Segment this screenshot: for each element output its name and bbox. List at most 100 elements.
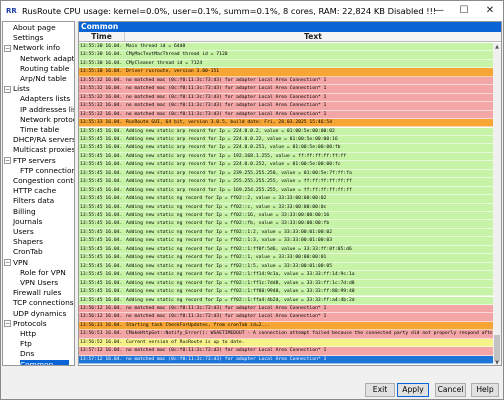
apply-button[interactable]: Apply: [397, 383, 429, 397]
column-header-text[interactable]: Text: [125, 32, 501, 42]
minimize-button[interactable]: —: [426, 1, 452, 21]
maximize-button[interactable]: ☐: [451, 1, 477, 21]
sidebar-item-firewall-rules[interactable]: Firewall rules: [13, 288, 61, 298]
log-row[interactable]: 13:55:45 16.04. Adding new static ng reco…: [79, 203, 493, 212]
sidebar-item-protocols[interactable]: Protocols: [13, 319, 47, 329]
sidebar-item-vpn[interactable]: VPN: [13, 258, 28, 268]
sidebar-item-about-page[interactable]: About page: [13, 23, 56, 33]
exit-button[interactable]: Exit: [365, 383, 395, 397]
sidebar-item-tcp-connections[interactable]: TCP connections: [13, 298, 74, 308]
sidebar-item-dns[interactable]: Dns: [20, 349, 34, 359]
log-time: 13:56:12 16.04.: [80, 314, 123, 320]
sidebar-item-journals[interactable]: Journals: [13, 217, 42, 227]
column-header-time[interactable]: Time: [79, 32, 125, 42]
log-row[interactable]: 13:56:12 16.04. no matched mac (0c:f0:11:…: [79, 313, 493, 322]
log-row[interactable]: 13:55:45 16.04. Adding new static ng reco…: [79, 296, 493, 305]
log-row[interactable]: 13:55:45 16.04. Adding new static ng reco…: [79, 271, 493, 280]
log-row[interactable]: 13:55:45 16.04. Adding new static ng reco…: [79, 212, 493, 221]
log-row[interactable]: 13:55:45 16.04. Adding new static ng reco…: [79, 237, 493, 246]
log-row[interactable]: 13:55:32 16.04. no matched mac (0c:f0:11:…: [79, 102, 493, 111]
sidebar-item-udp-dynamics[interactable]: UDP dynamics: [13, 309, 66, 319]
log-text: Adding new static arp record for Ip = 23…: [126, 170, 352, 176]
sidebar-item-ftp-connections[interactable]: FTP connections: [20, 166, 74, 176]
log-row[interactable]: 13:55:33 16.04. RusRoute GUI, 64 bit, ver…: [79, 119, 493, 128]
sidebar-item-network-protocols[interactable]: Network protocols: [20, 115, 74, 125]
sidebar-item-congestion-control[interactable]: Congestion control: [13, 176, 74, 186]
vertical-scrollbar[interactable]: ▲ ▼: [493, 43, 501, 365]
sidebar-item-adapters-lists[interactable]: Adapters lists: [20, 94, 70, 104]
log-row[interactable]: 13:55:45 16.04. Adding new static ng reco…: [79, 288, 493, 297]
sidebar-item-dhcp-ra-servers[interactable]: DHCP/RA servers: [13, 135, 74, 145]
log-row[interactable]: 13:55:30 16.04. CMyCleaner thread id = 71…: [79, 59, 493, 69]
log-row[interactable]: 13:55:45 16.04. Adding new static ng reco…: [79, 228, 493, 238]
log-text: Adding new static ng record for Ip = ff0…: [126, 263, 333, 269]
sidebar-item-http[interactable]: Http: [20, 329, 36, 339]
navigation-tree[interactable]: About page Settings − Network info Network a…: [2, 21, 75, 366]
log-row[interactable]: 13:55:30 16.04. Driver rusroute, version …: [79, 68, 493, 77]
log-text: CMyMacTextMacThread thread id = 7120: [126, 52, 228, 58]
sidebar-item-users[interactable]: Users: [13, 227, 34, 237]
tree-collapse-icon[interactable]: −: [4, 157, 11, 165]
log-row[interactable]: 13:55:45 16.04. Adding new static ng reco…: [79, 245, 493, 255]
log-row[interactable]: 13:56:31 16.04. Starting task CheckForUpd…: [79, 321, 493, 331]
log-row[interactable]: 13:55:45 16.04. Adding new static ng reco…: [79, 279, 493, 289]
sidebar-item-shapers[interactable]: Shapers: [13, 237, 43, 247]
log-row[interactable]: 13:55:45 16.04. Adding new static arp rec…: [79, 161, 493, 170]
log-row[interactable]: 13:55:45 16.04. Adding new static arp rec…: [79, 135, 493, 145]
sidebar-item-network-adapters[interactable]: Network adapters: [20, 54, 74, 64]
cancel-button[interactable]: Cancel: [435, 383, 466, 397]
log-row[interactable]: 13:55:30 16.04. Main thread id = 64d0: [79, 43, 493, 52]
close-button[interactable]: ✕: [477, 1, 503, 21]
log-row[interactable]: 13:55:30 16.04. CMyMacTextMacThread threa…: [79, 51, 493, 60]
log-row[interactable]: 13:57:12 16.04. no matched mac (0c:f0:11:…: [79, 355, 493, 365]
tree-collapse-icon[interactable]: −: [4, 259, 11, 267]
sidebar-item-role-for-vpn[interactable]: Role for VPN: [20, 268, 66, 278]
sidebar-item-lists[interactable]: Lists: [13, 84, 30, 94]
log-time: 13:55:32 16.04.: [80, 77, 123, 83]
sidebar-item-billing[interactable]: Billing: [13, 207, 36, 217]
log-row[interactable]: 13:55:45 16.04. Adding new static arp rec…: [79, 152, 493, 162]
log-row[interactable]: 13:55:45 16.04. Adding new static ng reco…: [79, 220, 493, 229]
log-row[interactable]: 13:56:51 16.04. CMakeHttpGet::Notify_Erro…: [79, 330, 493, 339]
log-panel: Common Time Text 13:55:30 16.04. Main thr…: [78, 21, 502, 366]
log-row[interactable]: 13:56:12 16.04. no matched mac (0c:f0:11:…: [79, 304, 493, 314]
log-row[interactable]: 13:55:32 16.04. no matched mac (0c:f0:11:…: [79, 76, 493, 86]
tree-collapse-icon[interactable]: −: [4, 44, 11, 52]
sidebar-item-routing-table[interactable]: Routing table: [20, 64, 69, 74]
sidebar-item-arp-nd-table[interactable]: Arp/Nd table: [20, 74, 67, 84]
sidebar-item-ftp[interactable]: Ftp: [20, 339, 32, 349]
log-time: 13:55:45 16.04.: [80, 246, 123, 252]
log-row[interactable]: 13:56:52 16.04. Current version of RusRou…: [79, 338, 493, 348]
log-row[interactable]: 13:55:45 16.04. Adding new static arp rec…: [79, 186, 493, 196]
tree-collapse-icon[interactable]: −: [4, 85, 11, 93]
sidebar-item-ftp-servers[interactable]: FTP servers: [13, 156, 56, 166]
scroll-up-icon[interactable]: ▲: [493, 43, 501, 51]
log-row[interactable]: 13:55:45 16.04. Adding new static ng reco…: [79, 195, 493, 204]
sidebar-item-time-table[interactable]: Time table: [20, 125, 59, 135]
log-row[interactable]: 13:55:32 16.04. no matched mac (0c:f0:11:…: [79, 110, 493, 120]
sidebar-item-filters-data[interactable]: Filters data: [13, 196, 54, 206]
tree-collapse-icon[interactable]: −: [4, 320, 11, 328]
sidebar-item-network-info[interactable]: Network info: [13, 43, 60, 53]
sidebar-item-ip-addresses-lists[interactable]: IP addresses lists: [20, 105, 74, 115]
title-bar[interactable]: RR RusRoute CPU usage: kernel=0.0%, user…: [1, 1, 503, 21]
sidebar-item-common[interactable]: Common: [20, 359, 70, 365]
log-row[interactable]: 13:55:45 16.04. Adding new static arp rec…: [79, 127, 493, 136]
log-row[interactable]: 13:55:32 16.04. no matched mac (0c:f0:11:…: [79, 93, 493, 103]
log-row[interactable]: 13:55:45 16.04. Adding new static ng reco…: [79, 262, 493, 272]
log-row[interactable]: 13:55:45 16.04. Adding new static arp rec…: [79, 169, 493, 179]
log-row[interactable]: 13:55:45 16.04. Adding new static arp rec…: [79, 178, 493, 187]
scrollbar-thumb[interactable]: [494, 335, 500, 361]
sidebar-item-crontab[interactable]: CronTab: [13, 247, 43, 257]
log-row[interactable]: 13:55:32 16.04. no matched mac (0c:f0:11:…: [79, 85, 493, 94]
sidebar-item-vpn-users[interactable]: VPN Users: [20, 278, 58, 288]
log-row[interactable]: 13:55:45 16.04. Adding new static ng reco…: [79, 254, 493, 263]
log-row[interactable]: 13:57:12 16.04. no matched mac (0c:f0:11:…: [79, 347, 493, 356]
sidebar-item-settings[interactable]: Settings: [13, 33, 43, 43]
sidebar-item-multicast-proxies[interactable]: Multicast proxies: [13, 145, 74, 155]
log-row[interactable]: 13:55:45 16.04. Adding new static arp rec…: [79, 144, 493, 153]
sidebar-item-http-cache[interactable]: HTTP cache: [13, 186, 56, 196]
scroll-down-icon[interactable]: ▼: [493, 359, 501, 365]
log-list[interactable]: 13:55:30 16.04. Main thread id = 64d0 13:5…: [79, 43, 493, 365]
help-button[interactable]: Help: [471, 383, 499, 397]
